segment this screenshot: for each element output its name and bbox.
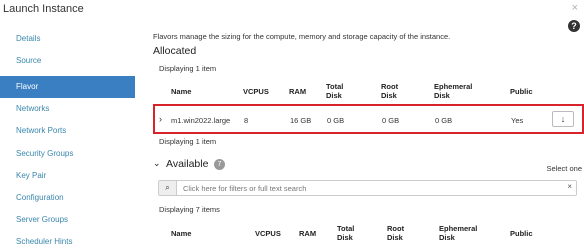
col-ephemeral-disk: Ephemeral Disk [439,224,478,242]
select-one-hint: Select one [546,164,582,173]
filter-bar: ⌕ × [158,180,577,196]
col-vcpus: VCPUS [255,229,281,238]
clear-icon[interactable]: × [567,182,572,191]
col-public: Public [510,229,533,238]
available-count: Displaying 7 items [159,205,220,214]
deallocate-button[interactable]: ↓ [552,111,574,127]
wizard-nav: Details Source Flavor Networks Network P… [0,28,135,248]
col-name: Name [171,87,192,96]
nav-item-source[interactable]: Source [0,50,135,72]
collapse-available-icon[interactable]: ⌄ [153,158,161,169]
search-icon[interactable]: ⌕ [159,181,177,195]
col-name: Name [171,229,192,238]
col-root-disk: Root Disk [381,82,399,100]
flavor-vcpus: 8 [244,116,249,125]
flavor-ephemeral-disk: 0 GB [435,116,453,125]
col-public: Public [510,87,533,96]
col-ram: RAM [299,229,317,238]
col-total-disk: Total Disk [337,224,355,242]
allocated-count-top: Displaying 1 item [159,64,217,73]
nav-item-security-groups[interactable]: Security Groups [0,143,135,165]
modal-title: Launch Instance [3,3,84,15]
nav-item-flavor[interactable]: Flavor [0,76,135,98]
col-ram: RAM [289,87,307,96]
col-root-disk: Root Disk [387,224,405,242]
flavor-root-disk: 0 GB [382,116,400,125]
search-input[interactable] [183,182,563,194]
nav-item-scheduler-hints[interactable]: Scheduler Hints [0,231,135,248]
allocated-title: Allocated [153,45,197,57]
flavor-public: Yes [511,116,524,125]
allocated-table-header: Name VCPUS RAM Total Disk Root Disk Epheme… [153,82,584,104]
flavor-description: Flavors manage the sizing for the comput… [153,32,451,41]
flavor-ram: 16 GB [290,116,312,125]
nav-item-configuration[interactable]: Configuration [0,187,135,209]
col-total-disk: Total Disk [326,82,344,100]
nav-item-network-ports[interactable]: Network Ports [0,120,135,142]
col-ephemeral-disk: Ephemeral Disk [434,82,473,100]
nav-item-networks[interactable]: Networks [0,98,135,120]
nav-item-key-pair[interactable]: Key Pair [0,165,135,187]
available-title: Available [166,158,209,170]
available-table-header: Name VCPUS RAM Total Disk Root Disk Epheme… [153,224,584,246]
available-count-badge: 7 [214,159,225,170]
allocated-flavor-row[interactable]: › m1.win2022.large 8 16 GB 0 GB 0 GB 0 G… [153,104,584,134]
flavor-total-disk: 0 GB [327,116,345,125]
flavor-name: m1.win2022.large [171,116,231,125]
expand-row-icon[interactable]: › [159,114,162,124]
flavor-panel: Flavors manage the sizing for the comput… [153,0,584,248]
nav-item-server-groups[interactable]: Server Groups [0,209,135,231]
nav-item-details[interactable]: Details [0,28,135,50]
col-vcpus: VCPUS [243,87,269,96]
allocated-count-bottom: Displaying 1 item [159,137,217,146]
